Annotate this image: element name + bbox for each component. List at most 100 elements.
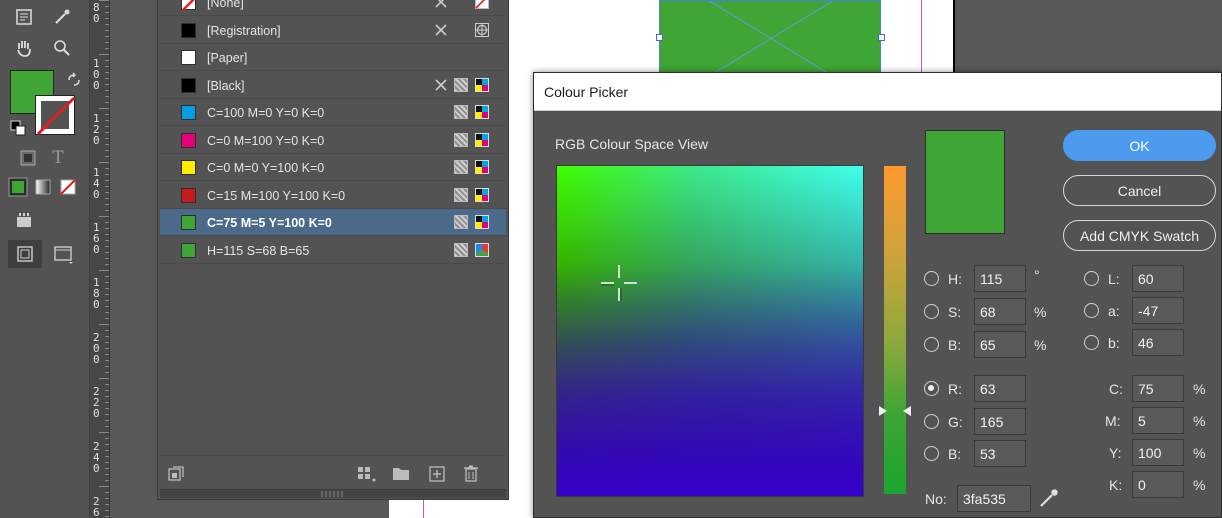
new-color-group-icon[interactable]	[392, 466, 410, 481]
ruler-tick	[105, 306, 109, 307]
frame-handle[interactable]	[878, 34, 885, 41]
blue-radio[interactable]	[924, 446, 939, 461]
lab-a-label: a:	[1108, 303, 1120, 319]
cmyk-mode-icon	[475, 215, 489, 229]
hue-row: H: 115 °	[924, 265, 1064, 292]
lab-l-radio[interactable]	[1084, 271, 1099, 286]
ruler-tick	[105, 294, 109, 295]
swatch-row[interactable]: [None]	[160, 0, 506, 16]
ruler-label: 1 2 0	[93, 112, 100, 147]
delete-swatch-icon[interactable]	[463, 465, 479, 482]
swatch-row[interactable]: C=0 M=0 Y=100 K=0	[160, 154, 506, 181]
ruler-tick	[105, 474, 109, 475]
swap-colors-icon[interactable]	[62, 68, 86, 92]
lab-a-radio[interactable]	[1084, 303, 1099, 318]
colour-slider[interactable]	[884, 166, 906, 494]
swatch-row[interactable]: C=100 M=0 Y=0 K=0	[160, 99, 506, 126]
frame-handle[interactable]	[656, 34, 663, 41]
ruler-tick	[105, 372, 109, 373]
swatch-chip	[181, 0, 196, 12]
saturation-radio[interactable]	[924, 304, 939, 319]
swatch-row[interactable]: [Black]	[160, 72, 506, 99]
ruler-tick	[105, 66, 109, 67]
margin-guide	[921, 0, 922, 75]
cmyk-mode-icon	[475, 132, 489, 147]
dialog-title-bar[interactable]: Colour Picker	[534, 73, 1221, 111]
ruler-tick	[99, 108, 109, 109]
swatch-row[interactable]: [Registration]	[160, 17, 506, 44]
add-cmyk-swatch-button[interactable]: Add CMYK Swatch	[1063, 220, 1216, 251]
ruler-tick	[105, 156, 109, 157]
swatch-row[interactable]: [Paper]	[160, 44, 506, 71]
magenta-input[interactable]: 5	[1132, 407, 1184, 434]
brightness-radio[interactable]	[924, 337, 939, 352]
saturation-input[interactable]: 68	[974, 298, 1026, 325]
lab-b-input[interactable]: 46	[1132, 329, 1184, 356]
swatch-row[interactable]: C=75 M=5 Y=100 K=0	[160, 209, 506, 236]
stroke-swatch[interactable]	[35, 95, 76, 136]
formatting-text-icon[interactable]: T	[46, 146, 70, 170]
apply-color-icon[interactable]	[6, 175, 30, 199]
ok-button[interactable]: OK	[1063, 130, 1216, 161]
crosshair-icon[interactable]	[599, 263, 639, 303]
swatch-row[interactable]: C=0 M=100 Y=0 K=0	[160, 127, 506, 154]
lab-l-input[interactable]: 60	[1132, 265, 1184, 292]
hex-input[interactable]: 3fa535	[957, 485, 1031, 512]
green-input[interactable]: 165	[974, 408, 1026, 435]
zoom-tool-icon[interactable]	[50, 36, 74, 60]
swatch-row[interactable]: H=115 S=68 B=65	[160, 237, 506, 264]
note-tool-icon[interactable]	[12, 5, 36, 29]
ruler-tick	[105, 264, 109, 265]
apply-gradient-icon[interactable]	[31, 175, 55, 199]
cmyk-mode-icon	[475, 160, 489, 174]
black-input[interactable]: 0	[1132, 471, 1184, 498]
lab-b-radio[interactable]	[1084, 335, 1099, 350]
ruler-tick	[99, 0, 109, 1]
cyan-input[interactable]: 75	[1132, 375, 1184, 402]
show-all-swatches-icon[interactable]	[168, 466, 184, 482]
eyedropper-tool-icon[interactable]	[50, 5, 74, 29]
apply-none-icon[interactable]	[56, 175, 80, 199]
lab-a-input[interactable]: -47	[1132, 297, 1184, 324]
normal-view-button[interactable]	[8, 240, 42, 268]
colour-spectrum-field[interactable]	[556, 165, 864, 497]
green-radio[interactable]	[924, 414, 939, 429]
formatting-container-icon[interactable]	[16, 146, 40, 170]
eyedropper-icon[interactable]	[1038, 487, 1060, 509]
hue-radio[interactable]	[924, 271, 939, 286]
blue-label: B:	[948, 446, 962, 462]
swatch-label: C=75 M=5 Y=100 K=0	[207, 216, 332, 230]
yellow-input[interactable]: 100	[1132, 439, 1184, 466]
ruler-tick	[105, 360, 109, 361]
swatch-views-icon[interactable]	[357, 466, 377, 482]
ruler-tick	[99, 162, 109, 163]
ruler-tick	[105, 132, 109, 133]
cancel-button[interactable]: Cancel	[1063, 175, 1216, 206]
blue-input[interactable]: 53	[974, 440, 1026, 467]
swatch-row[interactable]: C=15 M=100 Y=100 K=0	[160, 182, 506, 209]
red-input[interactable]: 63	[974, 375, 1026, 402]
screen-mode-icon[interactable]	[52, 243, 76, 267]
hue-input[interactable]: 115	[974, 265, 1026, 292]
ruler-tick	[105, 414, 109, 415]
panel-resize-bar[interactable]	[160, 489, 506, 498]
swatches-panel: [None] [Registration] [Paper] [Black] C=100 …	[157, 0, 509, 500]
red-radio[interactable]	[924, 381, 939, 396]
default-colors-icon[interactable]	[6, 116, 30, 140]
dialog-title: Colour Picker	[544, 84, 629, 100]
hand-tool-icon[interactable]	[12, 36, 36, 60]
ruler-tick	[105, 492, 109, 493]
ruler-label: 2 6 0	[93, 495, 100, 518]
new-swatch-icon[interactable]	[429, 466, 445, 482]
slider-right-arrow-icon[interactable]	[903, 406, 911, 416]
red-label: R:	[948, 381, 962, 397]
brightness-input[interactable]: 65	[974, 331, 1026, 358]
colour-space-label: RGB Colour Space View	[555, 136, 709, 152]
selected-rectangle-frame[interactable]	[659, 0, 881, 76]
ruler-tick	[105, 12, 109, 13]
ruler-tick	[105, 42, 109, 43]
ruler-label: 2 0 0	[93, 331, 100, 366]
ruler-tick	[105, 72, 109, 73]
frame-grid-icon[interactable]	[12, 208, 36, 232]
slider-left-arrow-icon[interactable]	[879, 406, 887, 416]
